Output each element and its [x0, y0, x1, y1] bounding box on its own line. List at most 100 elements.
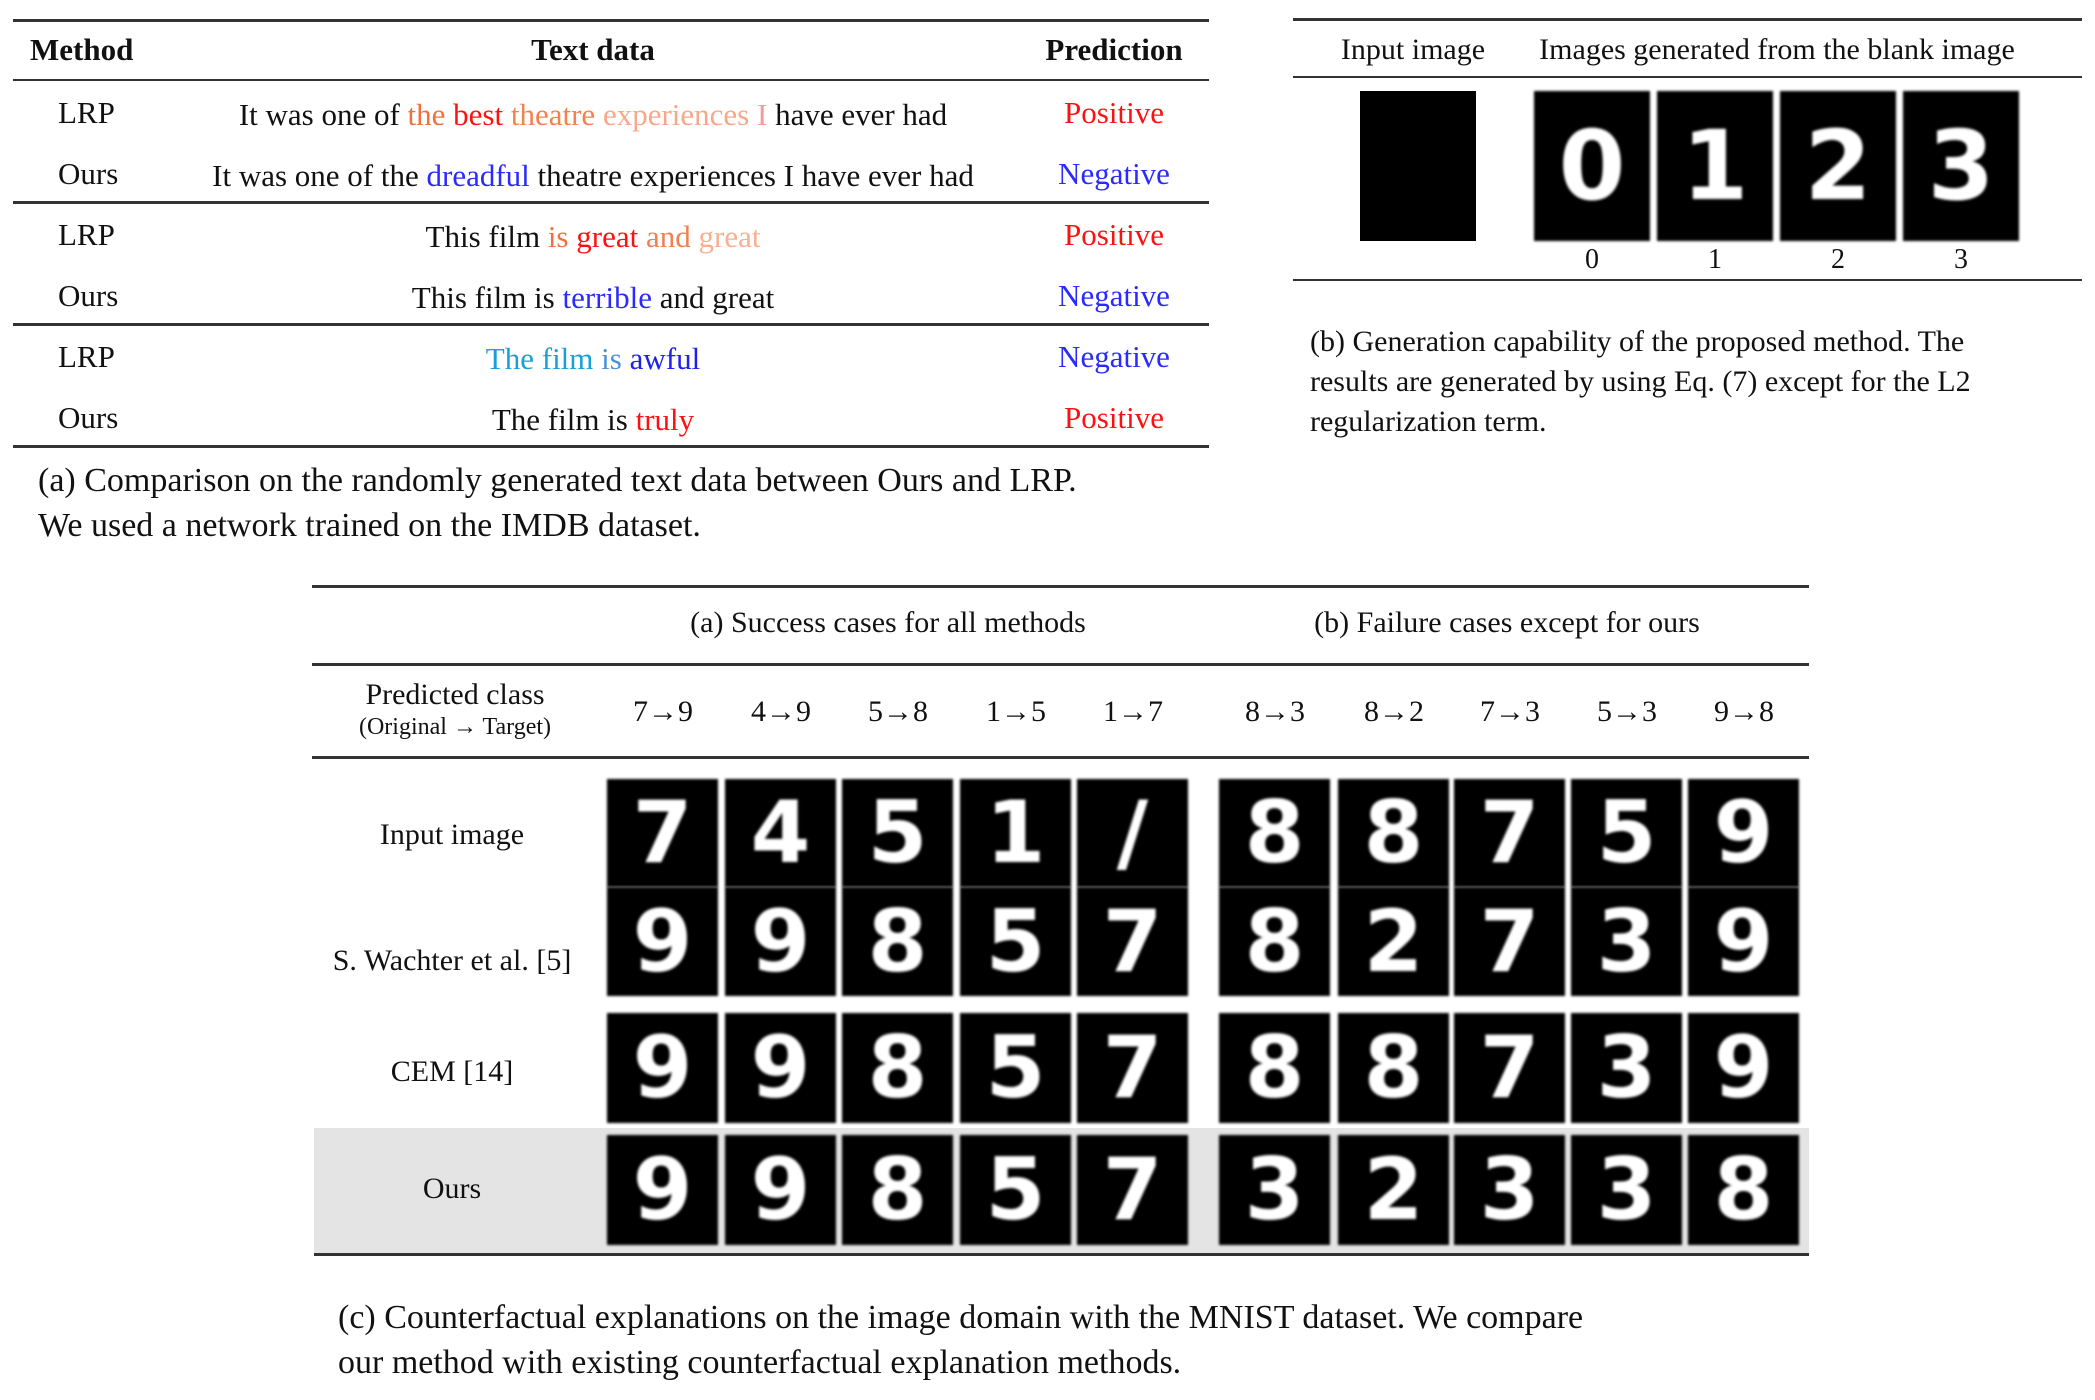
mnist-digit-image: 8: [1338, 779, 1449, 887]
mnist-digit-image: 2: [1338, 1135, 1449, 1245]
mnist-digit-image: 8: [1688, 1135, 1799, 1245]
mnist-digit-image: 3: [1454, 1135, 1565, 1245]
mnist-digit-image: 9: [607, 1013, 718, 1123]
header-generated-images: Images generated from the blank image: [1539, 33, 2015, 66]
token-span: awful: [629, 341, 701, 376]
token-span: have ever had: [775, 97, 948, 132]
token-span: theatre: [510, 97, 603, 132]
caption-c: (c) Counterfactual explanations on the i…: [338, 1295, 1583, 1385]
transition-label: 1→7: [1103, 695, 1163, 728]
predicted-class-label: Predicted class: [365, 678, 545, 711]
mnist-digit-image: 8: [842, 1013, 953, 1123]
token-span: is: [601, 341, 630, 376]
prediction-cell: Positive: [1064, 95, 1164, 130]
token-span: dreadful: [426, 158, 538, 193]
mnist-digit-image: 5: [960, 1135, 1071, 1245]
transition-label: 9→8: [1714, 695, 1774, 728]
transition-label: 7→9: [633, 695, 693, 728]
generated-digit-image: 3: [1903, 91, 2019, 241]
caption-a: (a) Comparison on the randomly generated…: [38, 458, 1077, 548]
token-span: This film: [425, 219, 548, 254]
row-label: CEM [14]: [390, 1055, 514, 1088]
text-data-cell: The film is truly: [492, 402, 694, 438]
caption-b: (b) Generation capability of the propose…: [1310, 322, 1971, 442]
token-span: terrible: [562, 280, 660, 315]
text-data-cell: This film is great and great: [426, 219, 761, 255]
table-a-group-rule: [13, 201, 1209, 204]
mnist-digit-image: 7: [1454, 887, 1565, 996]
token-span: great: [698, 219, 761, 254]
token-span: It was one of: [238, 97, 408, 132]
caption-b-line: (b) Generation capability of the propose…: [1310, 325, 1965, 358]
mnist-digit-image: 9: [1688, 1013, 1799, 1123]
mnist-digit-image: 7: [1077, 1013, 1188, 1123]
mnist-digit-image: 9: [725, 887, 836, 996]
mnist-digit-image: 1: [960, 779, 1071, 887]
text-data-cell: This film is terrible and great: [412, 280, 774, 316]
generated-digit-label: 2: [1831, 244, 1845, 275]
mnist-digit-image: 7: [1454, 1013, 1565, 1123]
text-data-cell: It was one of the dreadful theatre exper…: [212, 158, 974, 194]
mnist-digit-image: 3: [1571, 1013, 1682, 1123]
mnist-digit-image: 5: [842, 779, 953, 887]
transition-label: 8→2: [1364, 695, 1424, 728]
generated-digit-image: 2: [1780, 91, 1896, 241]
prediction-cell: Negative: [1058, 278, 1170, 313]
transition-label: 4→9: [751, 695, 811, 728]
table-b-bottom-rule: [1293, 279, 2082, 281]
generated-digit-image: 0: [1534, 91, 1650, 241]
mnist-digit-image: 7: [607, 779, 718, 887]
mnist-digit-image: 4: [725, 779, 836, 887]
prediction-cell: Negative: [1058, 339, 1170, 374]
caption-b-line: results are generated by using Eq. (7) e…: [1310, 365, 1971, 398]
table-a-top-rule: [13, 19, 1209, 22]
method-cell: LRP: [58, 339, 115, 374]
mnist-digit-image: 8: [842, 887, 953, 996]
mnist-digit-image: 8: [1338, 1013, 1449, 1123]
caption-c-line: our method with existing counterfactual …: [338, 1344, 1182, 1381]
transition-label: 1→5: [986, 695, 1046, 728]
blank-input-image: [1360, 91, 1476, 241]
mnist-digit-image: 9: [1688, 779, 1799, 887]
token-span: This film is: [411, 280, 563, 315]
transition-label: 8→3: [1245, 695, 1305, 728]
table-a-bottom-rule: [13, 445, 1209, 448]
mnist-digit-image: 9: [1688, 887, 1799, 996]
text-data-cell: It was one of the best theatre experienc…: [239, 97, 947, 133]
mnist-digit-image: 8: [1219, 1013, 1330, 1123]
prediction-cell: Negative: [1058, 156, 1170, 191]
mnist-digit-image: 5: [1571, 779, 1682, 887]
mnist-digit-image: 8: [842, 1135, 953, 1245]
token-span: is: [547, 219, 577, 254]
token-span: and: [645, 219, 699, 254]
transition-label: 5→3: [1597, 695, 1657, 728]
caption-a-line: We used a network trained on the IMDB da…: [38, 507, 701, 544]
mnist-digit-image: 9: [607, 1135, 718, 1245]
predicted-class-sub: (Original → Target): [358, 714, 552, 740]
mnist-digit-image: 7: [1077, 1135, 1188, 1245]
mnist-digit-image: 9: [725, 1135, 836, 1245]
token-span: The film is: [491, 402, 636, 437]
prediction-cell: Positive: [1064, 400, 1164, 435]
mnist-digit-image: 3: [1219, 1135, 1330, 1245]
mnist-digit-image: 5: [960, 1013, 1071, 1123]
token-span: the: [407, 97, 454, 132]
method-cell: Ours: [58, 400, 119, 435]
mnist-digit-image: 5: [960, 887, 1071, 996]
figure-page: Method Text data Prediction LRP It was on…: [0, 0, 2095, 1400]
token-span: best: [453, 97, 511, 132]
mnist-digit-image: /: [1077, 779, 1188, 887]
row-label: Input image: [379, 818, 525, 851]
token-span: I: [756, 97, 776, 132]
table-c-subheader-rule: [312, 756, 1809, 759]
mnist-digit-image: 7: [1454, 779, 1565, 887]
caption-c-line: (c) Counterfactual explanations on the i…: [338, 1299, 1584, 1336]
mnist-digit-image: 9: [607, 887, 718, 996]
text-data-cell: The film is awful: [486, 341, 700, 377]
table-a-group-rule: [13, 323, 1209, 326]
method-cell: Ours: [58, 156, 119, 191]
mnist-digit-image: 7: [1077, 887, 1188, 996]
header-method: Method: [30, 32, 134, 67]
mnist-digit-image: 3: [1571, 1135, 1682, 1245]
mnist-digit-image: 8: [1219, 887, 1330, 996]
